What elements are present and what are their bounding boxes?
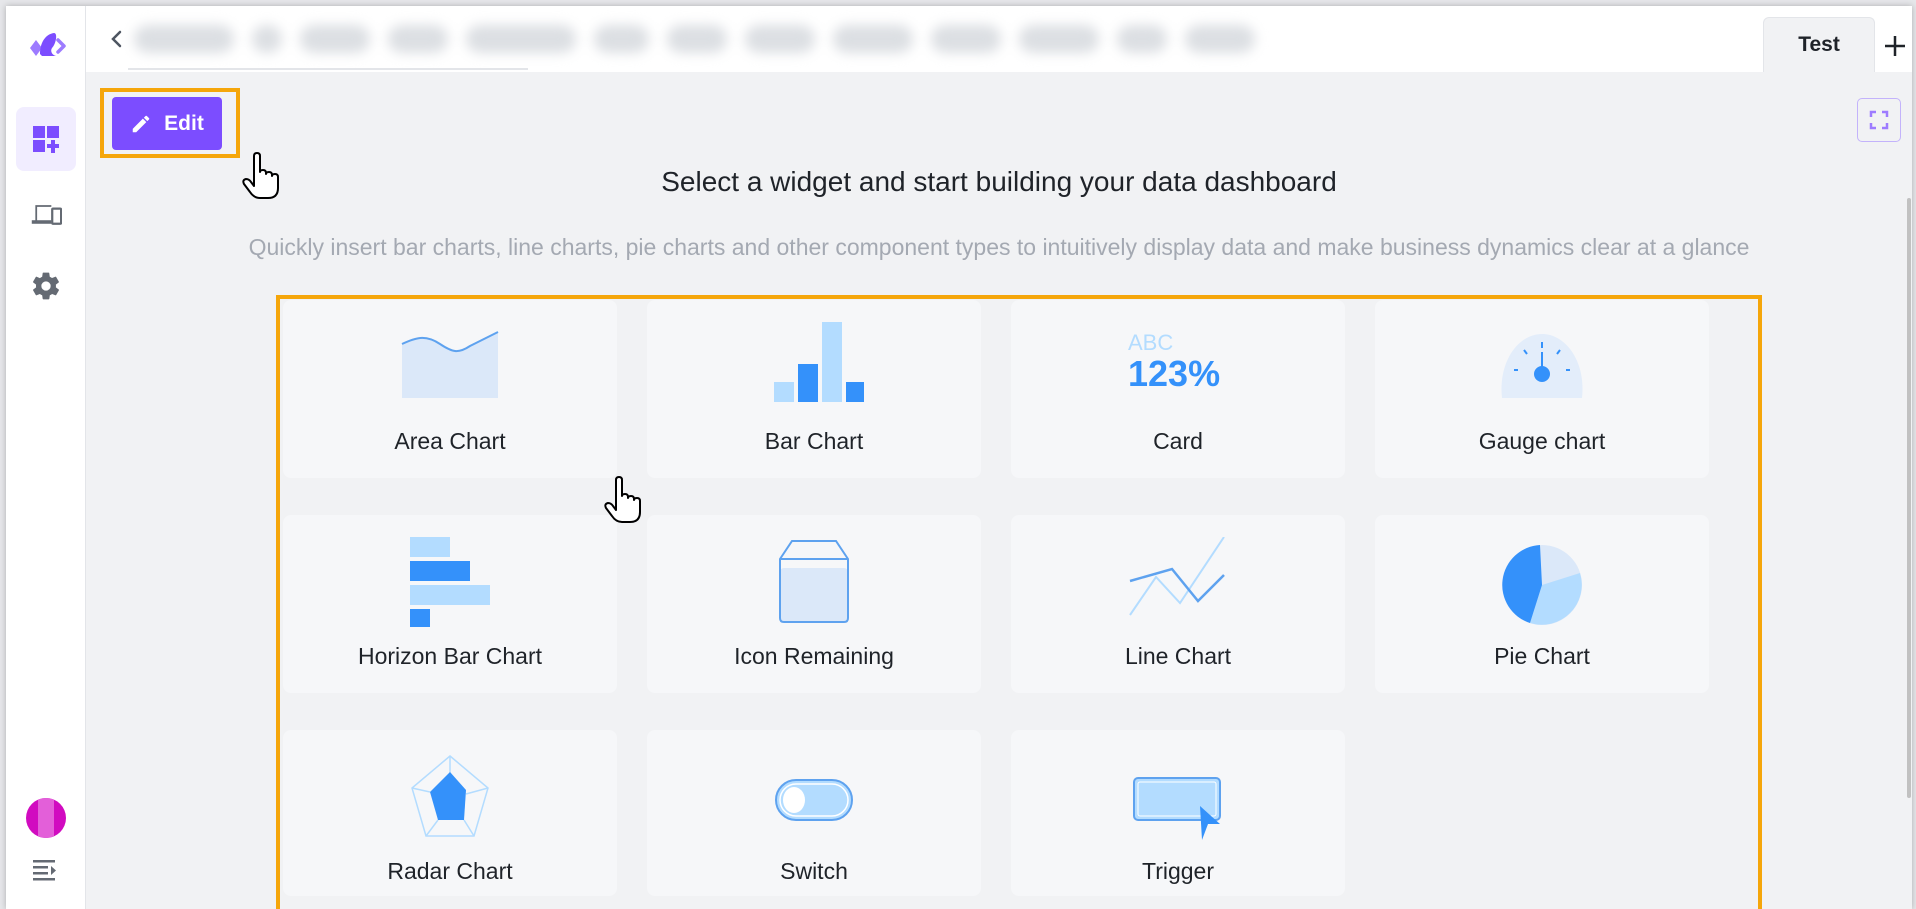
line-chart-icon (1129, 537, 1225, 616)
tab-redacted[interactable] (252, 25, 282, 53)
tab-redacted[interactable] (388, 25, 448, 53)
tab-redacted[interactable] (745, 25, 815, 53)
user-avatar[interactable] (26, 798, 66, 838)
widget-card-trigger[interactable]: Trigger (1011, 730, 1345, 896)
widget-label: Bar Chart (764, 428, 864, 454)
tab-redacted[interactable] (667, 25, 727, 53)
edit-button[interactable]: Edit (112, 97, 222, 150)
fullscreen-icon (1869, 110, 1889, 130)
widget-label: Horizon Bar Chart (357, 643, 543, 669)
widget-label: Line Chart (1124, 643, 1232, 669)
radar-chart-icon (411, 755, 489, 837)
widget-card-area-chart[interactable]: Area Chart (283, 300, 617, 478)
sidebar (6, 6, 86, 909)
widget-label: Icon Remaining (734, 643, 894, 669)
gauge-chart-icon (1501, 334, 1583, 398)
widget-label: Pie Chart (1494, 643, 1590, 669)
tab-bar: Test (86, 6, 1912, 72)
pie-chart-icon (1502, 545, 1582, 625)
page-title: Select a widget and start building your … (661, 166, 1337, 197)
plus-icon[interactable] (1881, 32, 1909, 60)
widget-label: Card (1153, 428, 1203, 454)
widget-card-line-chart[interactable]: Line Chart (1011, 515, 1345, 693)
card-icon: ABC 123% (1128, 330, 1220, 394)
chevron-left-icon[interactable] (106, 28, 128, 50)
tab-redacted[interactable] (931, 25, 1001, 53)
card-icon-text-top: ABC (1128, 330, 1173, 355)
redacted-tabs (134, 16, 1464, 62)
widget-card-gauge-chart[interactable]: Gauge chart (1375, 300, 1709, 478)
widget-label: Gauge chart (1478, 428, 1606, 454)
widget-label: Switch (780, 858, 848, 884)
tab-redacted[interactable] (466, 25, 576, 53)
page-subtitle: Quickly insert bar charts, line charts, … (248, 234, 1750, 260)
widget-card-switch[interactable]: Switch (647, 730, 981, 896)
widget-label: Radar Chart (387, 858, 513, 884)
widget-card-bar-chart[interactable]: Bar Chart (647, 300, 981, 478)
sidebar-item-devices[interactable] (16, 182, 76, 246)
collapse-menu-icon[interactable] (30, 856, 60, 886)
bar-chart-icon (774, 322, 864, 402)
trigger-icon (1133, 777, 1221, 840)
tab-redacted[interactable] (1117, 25, 1167, 53)
vertical-scrollbar[interactable] (1907, 198, 1911, 798)
tab-redacted[interactable] (1185, 25, 1255, 53)
pencil-icon (132, 115, 150, 132)
switch-icon (775, 779, 853, 821)
sidebar-item-settings[interactable] (16, 254, 76, 318)
tab-redacted[interactable] (594, 25, 649, 53)
widget-card-card[interactable]: ABC 123% Card (1011, 300, 1345, 478)
tab-redacted[interactable] (300, 25, 370, 53)
widget-card-radar-chart[interactable]: Radar Chart (283, 730, 617, 896)
widget-label: Trigger (1142, 858, 1214, 884)
widget-label: Area Chart (394, 428, 506, 454)
tab-redacted[interactable] (134, 25, 234, 53)
widget-card-horizon-bar-chart[interactable]: Horizon Bar Chart (283, 515, 617, 693)
widget-card-pie-chart[interactable]: Pie Chart (1375, 515, 1709, 693)
gear-icon (33, 272, 59, 300)
edit-button-label: Edit (164, 111, 204, 135)
area-chart-icon (401, 331, 499, 398)
tab-redacted[interactable] (1019, 25, 1099, 53)
icon-remaining-icon (779, 540, 849, 623)
devices-icon (31, 205, 62, 225)
card-icon-text-main: 123% (1128, 353, 1220, 394)
tab-redacted[interactable] (833, 25, 913, 53)
fullscreen-button[interactable] (1857, 98, 1901, 142)
sidebar-item-dashboard[interactable] (16, 107, 76, 171)
app-logo-icon[interactable] (26, 28, 70, 62)
app-window: Test Edit Select a widget and start buil… (6, 6, 1912, 909)
dashboard-add-icon (33, 126, 59, 153)
tab-underline (128, 68, 528, 70)
horizontal-bar-chart-icon (410, 537, 490, 627)
tab-test[interactable]: Test (1763, 17, 1875, 72)
widget-card-icon-remaining[interactable]: Icon Remaining (647, 515, 981, 693)
